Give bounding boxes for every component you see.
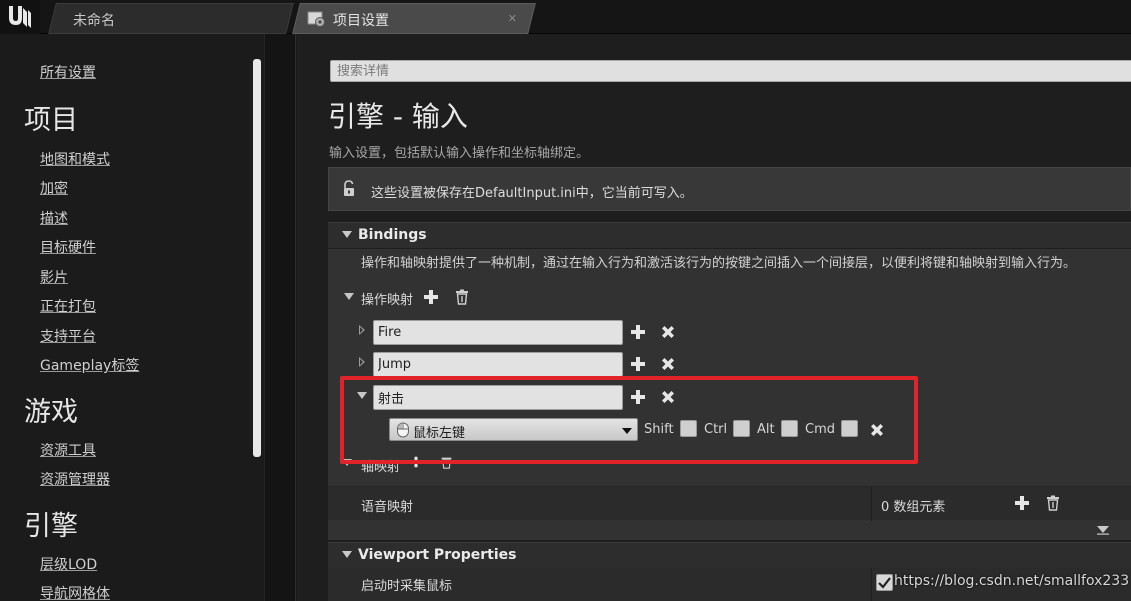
sidebar-item-description[interactable]: 描述	[40, 208, 68, 228]
alt-checkbox[interactable]	[781, 420, 798, 437]
shoot-collapse-icon[interactable]	[357, 392, 367, 399]
action-mappings-label: 操作映射	[361, 293, 414, 308]
sidebar-item-asset-tools[interactable]: 资源工具	[40, 440, 96, 460]
sidebar-item-encryption[interactable]: 加密	[40, 178, 68, 198]
sidebar-item-target-hardware[interactable]: 目标硬件	[40, 237, 96, 257]
speech-mappings-label: 语音映射	[361, 500, 414, 515]
viewport-section-header[interactable]: Viewport Properties	[328, 542, 1131, 568]
bindings-section-header[interactable]: Bindings	[328, 222, 1131, 248]
column-divider[interactable]	[871, 487, 872, 521]
viewport-section-title: Viewport Properties	[358, 547, 517, 563]
add-key-icon[interactable]	[630, 389, 646, 405]
unlocked-icon	[344, 180, 354, 196]
delete-all-actions-icon[interactable]	[454, 289, 470, 305]
config-notice-text: 这些设置被保存在DefaultInput.ini中，它当前可写入。	[371, 186, 693, 201]
mouse-left-button-icon	[397, 422, 409, 438]
checkmark-icon	[878, 577, 891, 589]
sidebar-item-asset-manager[interactable]: 资源管理器	[40, 469, 110, 489]
fire-expand-icon[interactable]	[359, 325, 365, 335]
sidebar-splitter[interactable]	[264, 34, 296, 601]
speech-mappings-count: 0 数组元素	[881, 500, 946, 515]
remove-action-icon[interactable]	[660, 324, 676, 340]
add-key-icon[interactable]	[630, 356, 646, 372]
modifier-label-alt: Alt	[757, 422, 775, 437]
bindings-description: 操作和轴映射提供了一种机制，通过在输入行为和激活该行为的按键之间插入一个间接层，…	[361, 256, 1077, 271]
sidebar-heading-engine: 引擎	[24, 511, 78, 542]
action-name-input-shoot[interactable]	[373, 385, 623, 410]
sidebar-item-supported-platforms[interactable]: 支持平台	[40, 326, 96, 346]
tab-project-settings-label: 项目设置	[333, 13, 389, 29]
ctrl-checkbox[interactable]	[733, 420, 750, 437]
tab-bar: 未命名 项目设置 ✕	[0, 0, 1131, 34]
add-axis-mapping-icon[interactable]	[410, 456, 422, 468]
sidebar-scrollbar[interactable]	[253, 59, 261, 457]
tab-project-settings[interactable]: 项目设置 ✕	[292, 3, 536, 34]
remove-action-icon[interactable]	[660, 356, 676, 372]
delete-all-axes-icon[interactable]	[440, 456, 453, 469]
modifier-label-cmd: Cmd	[805, 422, 835, 437]
page-title: 引擎 - 输入	[328, 100, 468, 133]
remove-key-icon[interactable]	[869, 422, 885, 438]
config-file-notice: 这些设置被保存在DefaultInput.ini中，它当前可写入。	[328, 167, 1131, 211]
capture-mouse-label: 启动时采集鼠标	[361, 579, 453, 594]
column-divider[interactable]	[871, 568, 872, 601]
sidebar-item-maps-modes[interactable]: 地图和模式	[40, 149, 110, 169]
sidebar-heading-project: 项目	[24, 105, 78, 136]
search-details-input[interactable]	[330, 60, 1131, 82]
action-name-input-jump[interactable]	[373, 352, 623, 377]
speech-mappings-row: 语音映射 0 数组元素	[328, 486, 1131, 521]
action-mappings-expand-icon[interactable]	[344, 293, 354, 300]
sidebar-heading-game: 游戏	[24, 397, 78, 428]
jump-expand-icon[interactable]	[359, 357, 365, 367]
details-panel: 引擎 - 输入 输入设置，包括默认输入操作和坐标轴绑定。 这些设置被保存在Def…	[297, 34, 1131, 601]
delete-speech-mappings-icon[interactable]	[1045, 495, 1061, 511]
sidebar-item-navmesh[interactable]: 导航网格体	[40, 583, 110, 601]
add-key-icon[interactable]	[630, 324, 646, 340]
bindings-section-body: 操作和轴映射提供了一种机制，通过在输入行为和激活该行为的按键之间插入一个间接层，…	[328, 249, 1131, 540]
action-name-input-fire[interactable]	[373, 320, 623, 345]
modifier-label-ctrl: Ctrl	[704, 422, 728, 437]
collapse-arrow-icon[interactable]	[342, 231, 352, 238]
add-speech-mapping-icon[interactable]	[1014, 495, 1030, 511]
collapse-arrow-icon[interactable]	[342, 551, 352, 558]
settings-gear-icon	[307, 11, 325, 27]
advanced-expand-icon[interactable]	[1096, 525, 1110, 535]
axis-mappings-label: 轴映射	[361, 460, 401, 475]
axis-mappings-expand-icon[interactable]	[342, 459, 352, 466]
sidebar-item-all-settings[interactable]: 所有设置	[40, 62, 96, 82]
modifier-label-shift: Shift	[644, 422, 674, 437]
selected-key-label: 鼠标左键	[413, 426, 466, 441]
watermark-text: https://blog.csdn.net/smallfox233	[894, 573, 1130, 589]
close-tab-icon[interactable]: ✕	[508, 12, 517, 25]
unreal-logo-icon[interactable]	[0, 0, 40, 34]
chevron-down-icon	[622, 428, 632, 434]
tab-untitled[interactable]: 未命名	[48, 3, 294, 34]
bindings-section-title: Bindings	[358, 227, 427, 243]
capture-mouse-checkbox[interactable]	[876, 574, 893, 591]
sidebar-item-hlod[interactable]: 层级LOD	[40, 554, 97, 574]
sidebar-item-gameplay-tags[interactable]: Gameplay标签	[40, 355, 139, 375]
tab-untitled-label: 未命名	[73, 13, 115, 29]
add-action-mapping-icon[interactable]	[423, 289, 439, 305]
key-selector-dropdown[interactable]: 鼠标左键	[389, 418, 638, 441]
shift-checkbox[interactable]	[680, 420, 697, 437]
remove-action-icon[interactable]	[660, 389, 676, 405]
settings-sidebar: 所有设置 项目 地图和模式 加密 描述 目标硬件 影片 正在打包 支持平台 Ga…	[0, 34, 264, 601]
page-description: 输入设置，包括默认输入操作和坐标轴绑定。	[329, 146, 590, 161]
sidebar-item-movies[interactable]: 影片	[40, 267, 68, 287]
cmd-checkbox[interactable]	[841, 420, 858, 437]
sidebar-item-packaging[interactable]: 正在打包	[40, 296, 96, 316]
